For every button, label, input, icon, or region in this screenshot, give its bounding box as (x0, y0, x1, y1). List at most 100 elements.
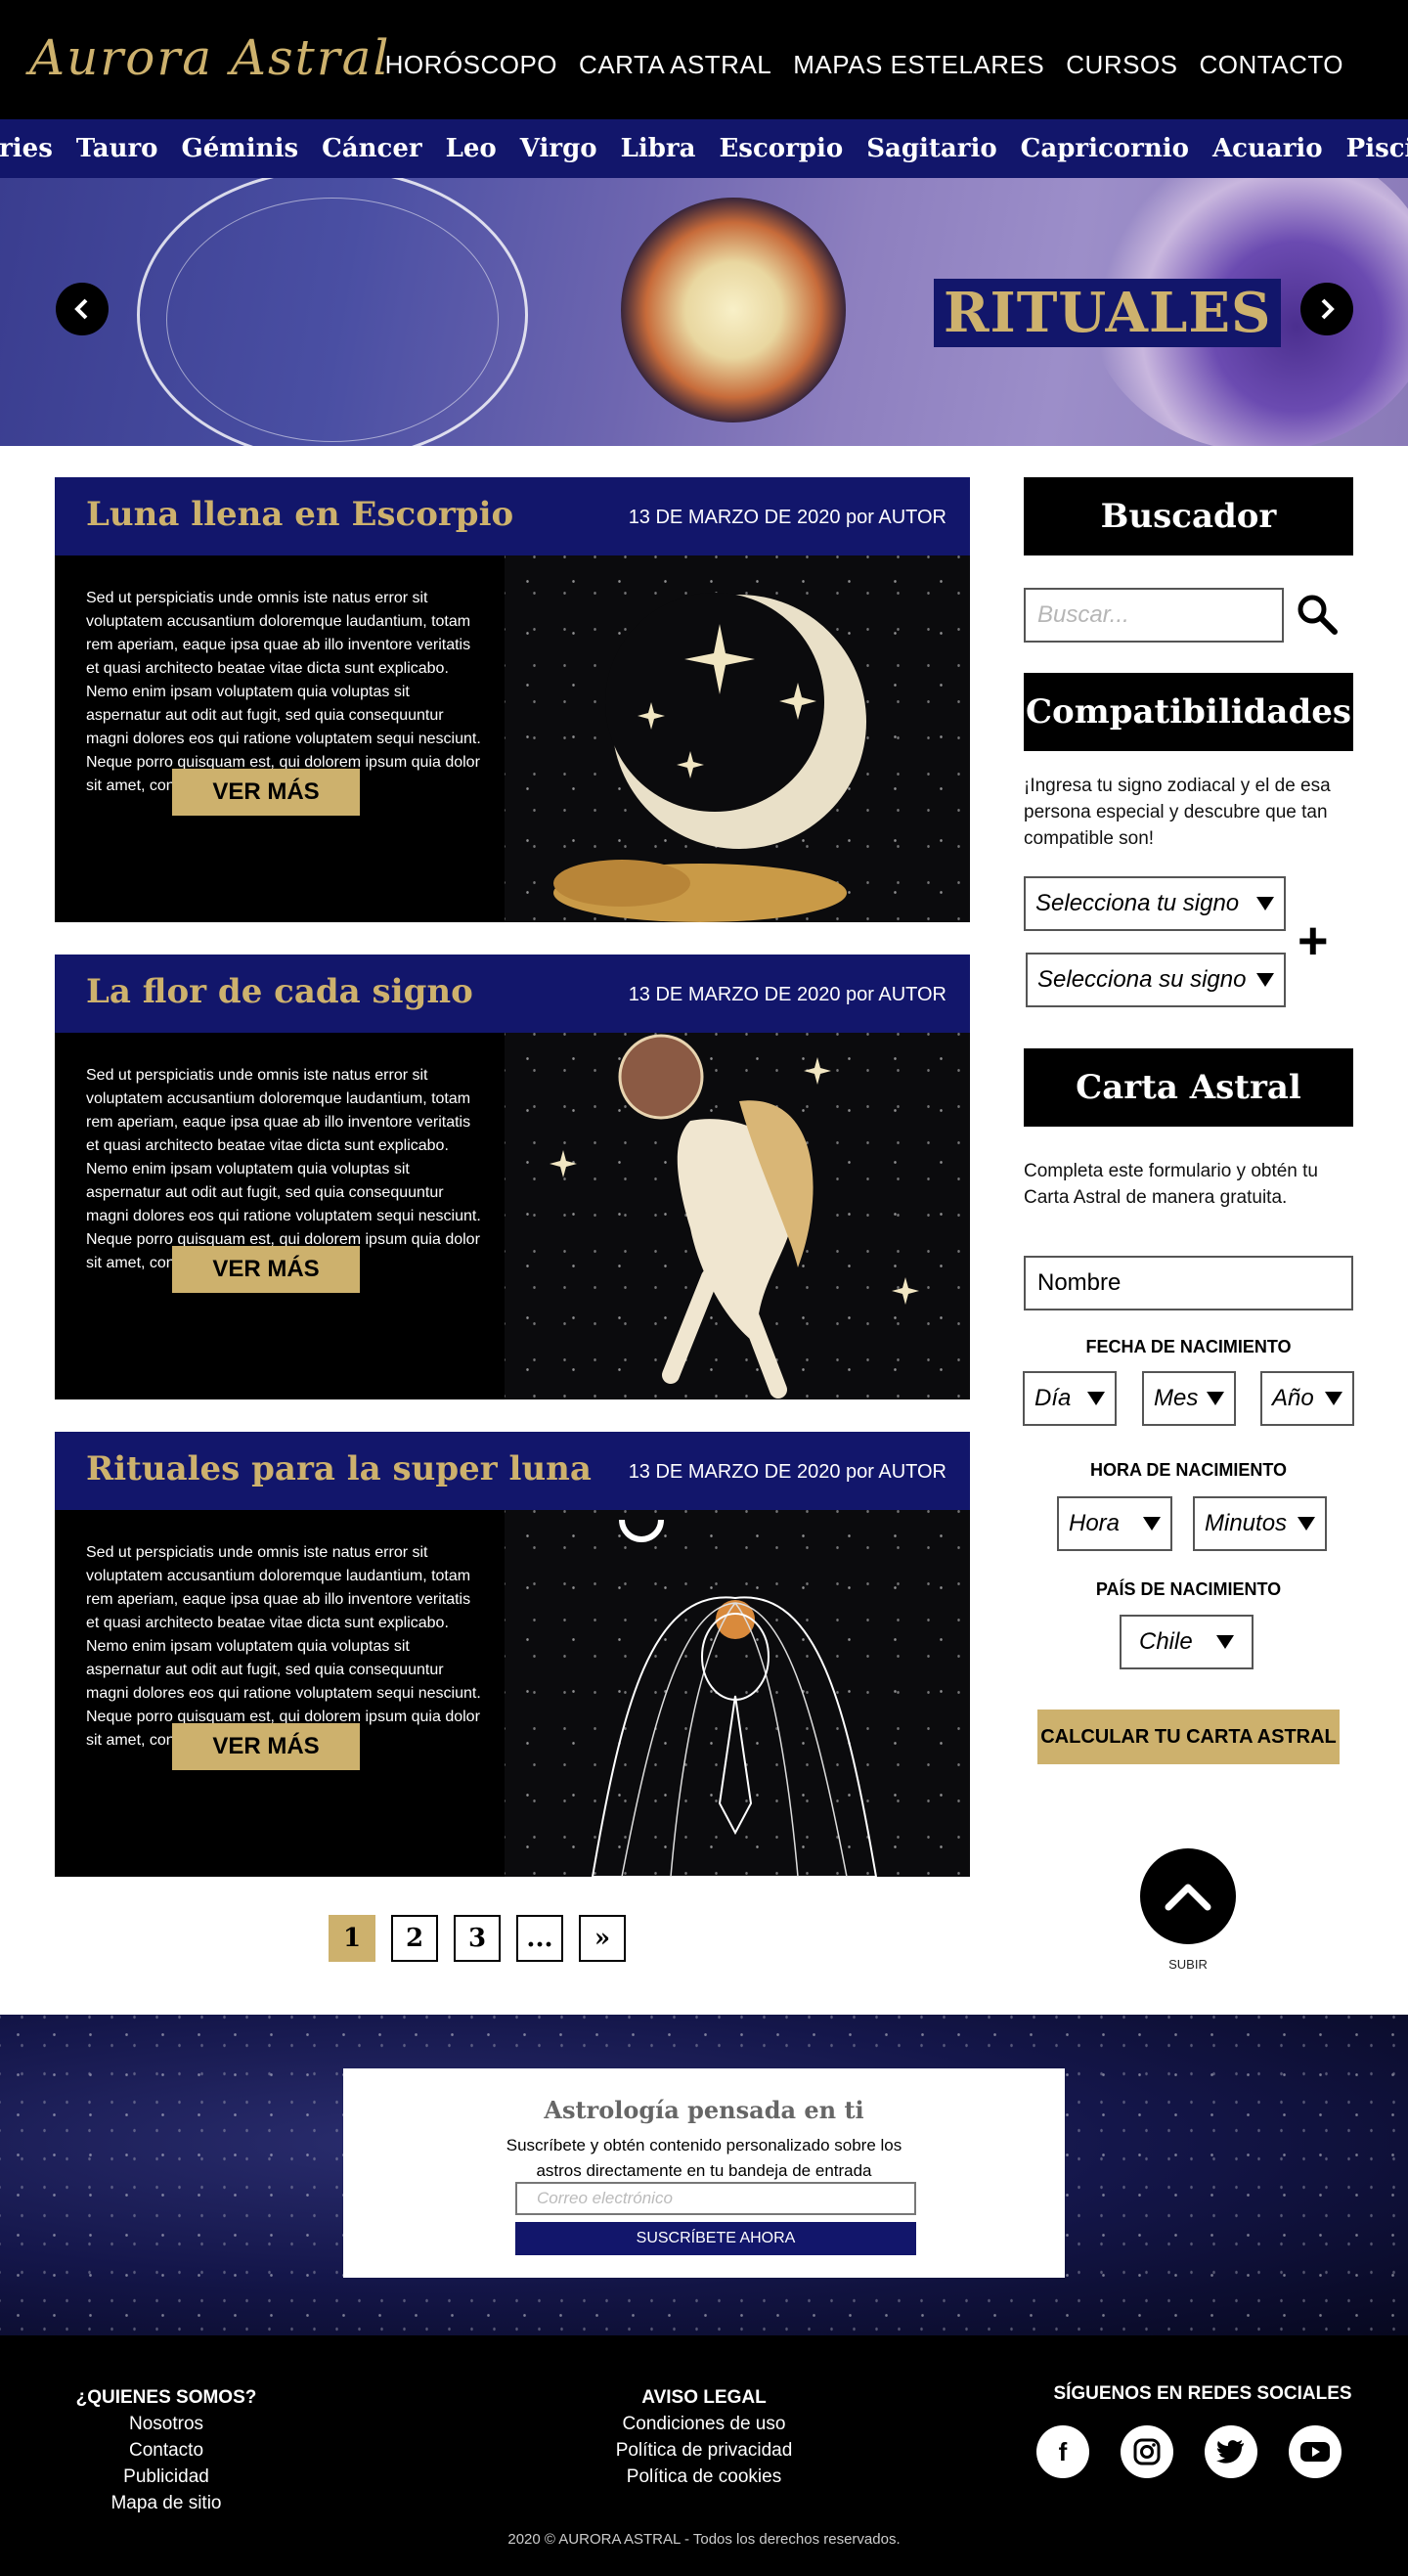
social-icons: f (1036, 2425, 1342, 2478)
sign-leo[interactable]: Leo (446, 134, 497, 163)
post-card: Rituales para la super luna 13 DE MARZO … (55, 1432, 970, 1877)
next-page-button[interactable]: » (579, 1915, 626, 1962)
footer: ¿QUIENES SOMOS? Nosotros Contacto Public… (0, 2335, 1408, 2576)
footer-link-condiciones[interactable]: Condiciones de uso (567, 2411, 841, 2437)
twitter-icon[interactable] (1205, 2425, 1257, 2478)
month-select[interactable]: Mes (1142, 1371, 1236, 1426)
my-sign-select[interactable]: Selecciona tu signo (1024, 876, 1286, 931)
sign-tauro[interactable]: Tauro (76, 134, 158, 163)
footer-link-mapa-sitio[interactable]: Mapa de sitio (68, 2490, 264, 2516)
instagram-icon[interactable] (1121, 2425, 1173, 2478)
sign-virgo[interactable]: Virgo (520, 134, 597, 163)
sign-geminis[interactable]: Géminis (182, 134, 299, 163)
footer-link-publicidad[interactable]: Publicidad (68, 2464, 264, 2490)
sign-piscis[interactable]: Piscis (1346, 134, 1408, 163)
sign-capricornio[interactable]: Capricornio (1021, 134, 1189, 163)
sign-cancer[interactable]: Cáncer (322, 134, 422, 163)
country-select-value: Chile (1139, 1628, 1193, 1655)
facebook-icon[interactable]: f (1036, 2425, 1089, 2478)
page-1-button[interactable]: 1 (329, 1915, 375, 1962)
nav-cursos[interactable]: CURSOS (1066, 50, 1177, 80)
post-image-crescent-moon[interactable] (505, 555, 970, 922)
post-card: Luna llena en Escorpio 13 DE MARZO DE 20… (55, 477, 970, 922)
scroll-up-button[interactable] (1140, 1848, 1236, 1944)
read-more-button[interactable]: VER MÁS (172, 769, 360, 816)
post-title[interactable]: Luna llena en Escorpio (86, 495, 513, 534)
sign-acuario[interactable]: Acuario (1212, 134, 1323, 163)
post-image-praying-woman[interactable] (505, 1510, 970, 1877)
scroll-up-label: SUBIR (1168, 1957, 1208, 1972)
hero-title[interactable]: RITUALES (934, 279, 1282, 347)
country-select[interactable]: Chile (1120, 1615, 1254, 1669)
search-icon[interactable] (1296, 593, 1339, 641)
day-select[interactable]: Día (1023, 1371, 1117, 1426)
page-ellipsis-button[interactable]: ... (516, 1915, 563, 1962)
nav-mapas-estelares[interactable]: MAPAS ESTELARES (793, 50, 1044, 80)
birth-time-label: HORA DE NACIMIENTO (1089, 1460, 1287, 1480)
year-select[interactable]: Año (1260, 1371, 1354, 1426)
hour-select[interactable]: Hora (1057, 1496, 1172, 1551)
footer-about-column: ¿QUIENES SOMOS? Nosotros Contacto Public… (68, 2384, 264, 2516)
search-input[interactable]: Buscar... (1024, 588, 1284, 643)
chevron-down-icon (1087, 1392, 1105, 1405)
minutes-select-value: Minutos (1205, 1510, 1288, 1536)
post-image-flower-woman[interactable] (505, 1033, 970, 1399)
nav-contacto[interactable]: CONTACTO (1200, 50, 1343, 80)
plus-icon: + (1298, 911, 1329, 970)
name-input[interactable]: Nombre (1024, 1256, 1353, 1310)
main-nav: HORÓSCOPO CARTA ASTRAL MAPAS ESTELARES C… (385, 50, 1343, 80)
footer-social-title: SÍGUENOS EN REDES SOCIALES (1053, 2383, 1352, 2404)
read-more-button[interactable]: VER MÁS (172, 1246, 360, 1293)
astral-chart-description: Completa este formulario y obtén tu Cart… (1024, 1161, 1318, 1208)
chevron-right-icon (1321, 298, 1335, 320)
praying-woman-illustration (591, 1519, 878, 1877)
footer-link-nosotros[interactable]: Nosotros (68, 2411, 264, 2437)
search-title: Buscador (1024, 477, 1353, 555)
pagination: 1 2 3 ... » (329, 1915, 626, 1962)
nav-carta-astral[interactable]: CARTA ASTRAL (579, 50, 771, 80)
minutes-select[interactable]: Minutos (1193, 1496, 1327, 1551)
chevron-down-icon (1207, 1392, 1224, 1405)
footer-about-title: ¿QUIENES SOMOS? (75, 2387, 257, 2408)
their-sign-select-value: Selecciona su signo (1037, 966, 1247, 993)
footer-link-contacto[interactable]: Contacto (68, 2437, 264, 2464)
post-title[interactable]: Rituales para la super luna (86, 1449, 592, 1488)
subscribe-button[interactable]: SUSCRÍBETE AHORA (515, 2222, 916, 2255)
youtube-glyph (1300, 2442, 1330, 2462)
month-select-value: Mes (1154, 1385, 1199, 1411)
post-excerpt: Sed ut perspiciatis unde omnis iste natu… (86, 590, 481, 794)
copyright: 2020 © AURORA ASTRAL - Todos los derecho… (507, 2531, 901, 2548)
astral-chart-title: Carta Astral (1024, 1048, 1353, 1127)
page-3-button[interactable]: 3 (454, 1915, 501, 1962)
nav-horoscopo[interactable]: HORÓSCOPO (385, 50, 557, 80)
email-input[interactable]: Correo electrónico (515, 2182, 916, 2215)
candle-image (621, 198, 846, 422)
carousel-prev-button[interactable] (56, 283, 109, 335)
sign-aries[interactable]: Aries (0, 134, 53, 163)
footer-link-privacidad[interactable]: Política de privacidad (567, 2437, 841, 2464)
site-logo[interactable]: Aurora Astral (29, 29, 390, 86)
hero-carousel: RITUALES (0, 178, 1408, 446)
sign-escorpio[interactable]: Escorpio (719, 134, 843, 163)
birth-date-label: FECHA DE NACIMIENTO (1085, 1337, 1292, 1356)
post-meta: 13 DE MARZO DE 2020 por AUTOR (628, 1461, 946, 1483)
day-select-value: Día (1034, 1385, 1072, 1411)
footer-link-cookies[interactable]: Política de cookies (567, 2464, 841, 2490)
sign-libra[interactable]: Libra (621, 134, 696, 163)
year-select-value: Año (1272, 1385, 1314, 1411)
page-2-button[interactable]: 2 (391, 1915, 438, 1962)
post-excerpt: Sed ut perspiciatis unde omnis iste natu… (86, 1067, 481, 1271)
calculate-astral-chart-button[interactable]: CALCULAR TU CARTA ASTRAL (1037, 1710, 1340, 1764)
chevron-down-icon (1143, 1517, 1161, 1531)
chevron-down-icon (1256, 973, 1274, 987)
post-header: La flor de cada signo 13 DE MARZO DE 202… (55, 955, 970, 1033)
carousel-next-button[interactable] (1300, 283, 1353, 335)
post-meta: 13 DE MARZO DE 2020 por AUTOR (628, 984, 946, 1005)
read-more-button[interactable]: VER MÁS (172, 1723, 360, 1770)
birth-country-label: PAÍS DE NACIMIENTO (1095, 1579, 1282, 1599)
their-sign-select[interactable]: Selecciona su signo (1026, 953, 1286, 1007)
sign-sagitario[interactable]: Sagitario (866, 134, 996, 163)
youtube-icon[interactable] (1289, 2425, 1342, 2478)
post-title[interactable]: La flor de cada signo (86, 972, 473, 1011)
search-icon-graphic (1298, 595, 1338, 635)
